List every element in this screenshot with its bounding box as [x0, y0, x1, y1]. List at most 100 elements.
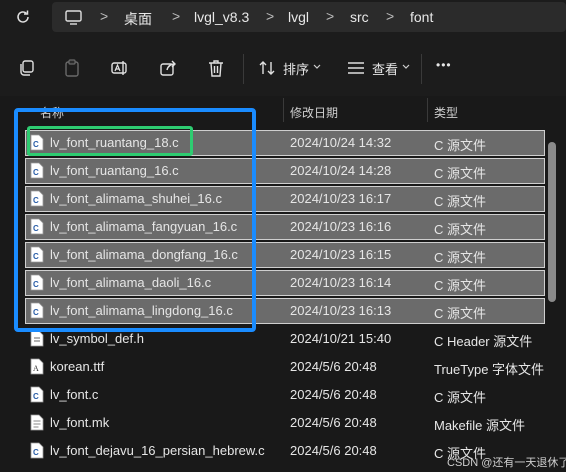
file-type: C Header 源文件 [434, 334, 533, 349]
c-file-icon: C [30, 274, 44, 291]
more-options-button[interactable]: ••• [436, 58, 452, 72]
chevron-down-icon [401, 61, 411, 73]
refresh-icon[interactable] [14, 8, 32, 26]
breadcrumb-separator: > [326, 8, 335, 24]
svg-text:C: C [33, 224, 39, 233]
column-header-type[interactable]: 类型 [434, 104, 458, 130]
file-date: 2024/5/6 20:48 [290, 387, 377, 402]
c-file-icon: C [30, 386, 44, 403]
breadcrumb-separator: > [266, 8, 275, 24]
breadcrumb-separator: > [172, 8, 181, 24]
file-row[interactable]: Clv_font_alimama_daoli_16.c 2024/10/23 16… [25, 270, 545, 296]
rename-icon[interactable] [110, 58, 130, 78]
column-divider [283, 98, 284, 122]
toolbar-divider [421, 54, 422, 84]
address-bar: > 桌面 > lvgl_v8.3 > lvgl > src > font [0, 0, 566, 36]
file-date: 2024/10/24 14:28 [290, 163, 392, 178]
file-name: lv_font_alimama_dongfang_16.c [50, 247, 238, 262]
svg-text:C: C [33, 448, 39, 457]
file-row[interactable]: Clv_font_ruantang_16.c 2024/10/24 14:28 C … [25, 158, 545, 184]
file-date: 2024/5/6 20:48 [290, 415, 377, 430]
svg-text:A: A [33, 364, 39, 373]
file-type: C 源文件 [434, 306, 487, 321]
command-bar: 排序 查看 ••• [0, 36, 566, 96]
file-name: korean.ttf [50, 359, 105, 374]
svg-text:C: C [33, 168, 39, 177]
paste-icon[interactable] [62, 58, 82, 78]
file-row[interactable]: Clv_font_ruantang_18.c 2024/10/24 14:32 C … [25, 130, 545, 156]
sort-button[interactable]: 排序 [283, 59, 309, 78]
svg-text:C: C [33, 140, 39, 149]
breadcrumb-desktop[interactable]: 桌面 [124, 9, 152, 29]
c-file-icon: C [30, 218, 44, 235]
column-divider [427, 98, 428, 122]
breadcrumb-separator: > [386, 8, 395, 24]
file-name: lv_font.mk [50, 415, 110, 430]
file-row[interactable]: Clv_font_alimama_dongfang_16.c 2024/10/23… [25, 242, 545, 268]
file-date: 2024/5/6 20:48 [290, 359, 377, 374]
monitor-icon [64, 9, 82, 25]
file-name: lv_font_alimama_fangyuan_16.c [50, 219, 238, 234]
file-type: C 源文件 [434, 138, 487, 153]
file-row[interactable]: lv_font.mk 2024/5/6 20:48 Makefile 源文件 [26, 411, 544, 435]
breadcrumb-font[interactable]: font [410, 9, 433, 25]
file-row[interactable]: lv_symbol_def.h 2024/10/21 15:40 C Header … [26, 327, 544, 351]
file-name: lv_font.c [50, 387, 99, 402]
file-row[interactable]: Clv_font_alimama_fangyuan_16.c 2024/10/23… [25, 214, 545, 240]
file-date: 2024/10/23 16:14 [290, 275, 392, 290]
svg-text:C: C [33, 392, 39, 401]
file-name: lv_symbol_def.h [50, 331, 144, 346]
delete-icon[interactable] [206, 58, 226, 78]
h-file-icon [30, 330, 44, 347]
c-file-icon: C [30, 442, 44, 459]
view-icon [346, 58, 366, 78]
file-date: 2024/5/6 20:48 [290, 443, 377, 458]
file-type: C 源文件 [434, 390, 487, 405]
file-type: C 源文件 [434, 166, 487, 181]
watermark: CSDN @还有一天退休了 [447, 457, 566, 469]
file-row[interactable]: Akorean.ttf 2024/5/6 20:48 TrueType 字体文件 [26, 355, 544, 379]
file-name: lv_font_ruantang_16.c [50, 163, 179, 178]
file-date: 2024/10/23 16:16 [290, 219, 392, 234]
breadcrumb-lvgl[interactable]: lvgl [288, 9, 309, 25]
c-file-icon: C [30, 162, 44, 179]
svg-text:C: C [33, 308, 39, 317]
sort-icon [258, 58, 276, 78]
file-row[interactable]: Clv_font.c 2024/5/6 20:48 C 源文件 [26, 383, 544, 407]
doc-file-icon [30, 414, 44, 431]
file-type: C 源文件 [434, 250, 487, 265]
file-date: 2024/10/23 16:13 [290, 303, 392, 318]
file-date: 2024/10/24 14:32 [290, 135, 392, 150]
file-row[interactable]: Clv_font_alimama_shuhei_16.c 2024/10/23 1… [25, 186, 545, 212]
file-name: lv_font_dejavu_16_persian_hebrew.c [50, 443, 265, 458]
file-type: C 源文件 [434, 278, 487, 293]
file-type: TrueType 字体文件 [434, 362, 545, 377]
file-name: lv_font_alimama_lingdong_16.c [50, 303, 233, 318]
column-header-name[interactable]: 名称 [40, 104, 64, 130]
c-file-icon: C [30, 134, 44, 151]
c-file-icon: C [30, 246, 44, 263]
scrollbar-thumb[interactable] [548, 142, 556, 302]
file-date: 2024/10/23 16:15 [290, 247, 392, 262]
file-date: 2024/10/21 15:40 [290, 331, 392, 346]
svg-text:C: C [33, 196, 39, 205]
breadcrumb-separator: > [100, 8, 109, 24]
view-button[interactable]: 查看 [372, 59, 398, 78]
file-type: C 源文件 [434, 222, 487, 237]
copy-icon[interactable] [16, 58, 36, 78]
file-type: Makefile 源文件 [434, 418, 526, 433]
chevron-down-icon [312, 61, 322, 73]
column-header-date[interactable]: 修改日期 [290, 104, 338, 130]
toolbar-divider [243, 54, 244, 84]
file-type: C 源文件 [434, 194, 487, 209]
c-file-icon: C [30, 302, 44, 319]
file-name: lv_font_alimama_daoli_16.c [50, 275, 212, 290]
svg-text:C: C [33, 252, 39, 261]
font-file-icon: A [30, 358, 44, 375]
breadcrumb-lvgl-v8[interactable]: lvgl_v8.3 [194, 9, 249, 25]
file-row[interactable]: Clv_font_alimama_lingdong_16.c 2024/10/23… [25, 298, 545, 324]
share-icon[interactable] [158, 58, 178, 78]
breadcrumb-src[interactable]: src [350, 9, 369, 25]
c-file-icon: C [30, 190, 44, 207]
svg-text:C: C [33, 280, 39, 289]
